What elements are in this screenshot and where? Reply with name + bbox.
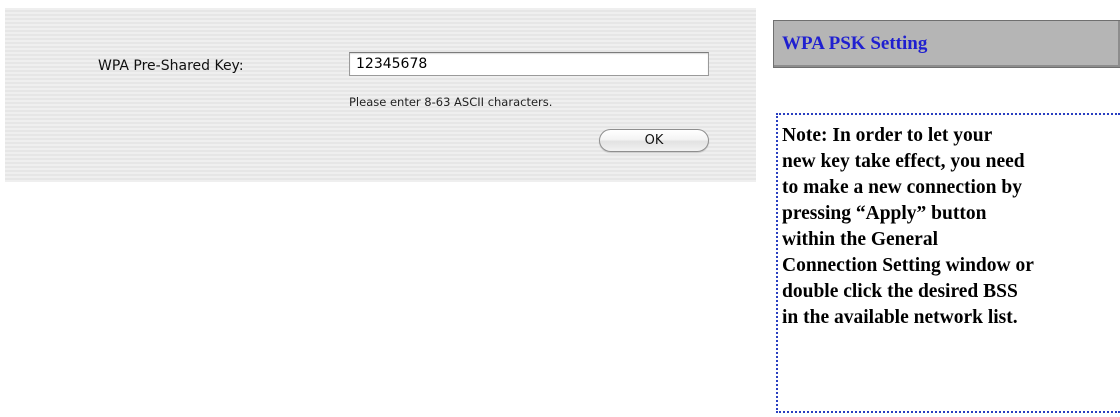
section-heading-box: WPA PSK Setting	[773, 20, 1120, 68]
section-heading: WPA PSK Setting	[782, 33, 928, 54]
key-hint-text: Please enter 8-63 ASCII characters.	[349, 95, 553, 109]
ok-button[interactable]: OK	[599, 129, 709, 152]
wpa-key-dialog: WPA Pre-Shared Key: Please enter 8-63 AS…	[5, 8, 756, 182]
note-text: Note: In order to let your new key take …	[782, 125, 1034, 328]
wpa-key-input[interactable]	[349, 52, 709, 76]
note-box: Note: In order to let your new key take …	[776, 113, 1120, 413]
wpa-key-label: WPA Pre-Shared Key:	[98, 58, 244, 74]
